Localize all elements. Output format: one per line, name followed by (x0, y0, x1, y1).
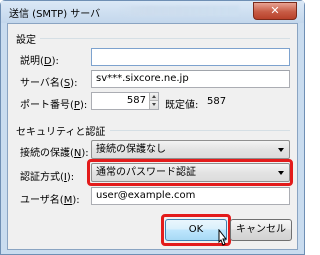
server-name-input[interactable]: sv***.sixcore.ne.jp (91, 70, 290, 88)
description-input[interactable] (91, 48, 290, 66)
username-label: ユーザ名(M): (20, 195, 80, 206)
port-default-label: 既定値: (165, 100, 199, 111)
port-value: 587 (126, 95, 146, 106)
description-label: 説明(D): (20, 56, 59, 67)
security-group-divider (110, 130, 290, 131)
spin-up-icon[interactable] (149, 93, 158, 101)
spin-down-icon[interactable] (149, 101, 158, 109)
chevron-down-icon (278, 171, 284, 175)
settings-group-divider (40, 38, 290, 39)
settings-group-label: 設定 (16, 35, 36, 46)
server-name-label: サーバ名(S): (20, 78, 78, 89)
security-group-label: セキュリティと認証 (16, 127, 106, 138)
title-bar[interactable]: 送信 (SMTP) サーバ ✕ (1, 1, 304, 23)
dialog-body: 設定 説明(D): サーバ名(S): sv***.sixcore.ne.jp ポ… (7, 23, 298, 250)
auth-method-value: 通常のパスワード認証 (96, 167, 196, 178)
port-spin-buttons (149, 93, 158, 109)
connection-security-value: 接続の保護なし (96, 144, 166, 155)
port-default-value: 587 (207, 96, 227, 107)
cancel-button[interactable]: キャンセル (230, 219, 292, 241)
title-blur (119, 6, 239, 16)
smtp-server-dialog: 送信 (SMTP) サーバ ✕ 設定 説明(D): サーバ名(S): sv***… (0, 0, 305, 255)
port-label: ポート番号(P): (20, 100, 88, 111)
connection-security-label: 接続の保護(N): (20, 148, 89, 159)
auth-method-label: 認証方式(I): (20, 172, 75, 183)
chevron-down-icon (278, 148, 284, 152)
close-button[interactable]: ✕ (253, 2, 297, 20)
auth-method-select[interactable]: 通常のパスワード認証 (91, 163, 290, 182)
mouse-pointer-icon (218, 229, 228, 246)
port-spinner[interactable]: 587 (91, 92, 159, 110)
close-icon: ✕ (270, 4, 280, 17)
connection-security-select[interactable]: 接続の保護なし (91, 140, 290, 159)
username-input[interactable]: user@example.com (91, 187, 290, 205)
